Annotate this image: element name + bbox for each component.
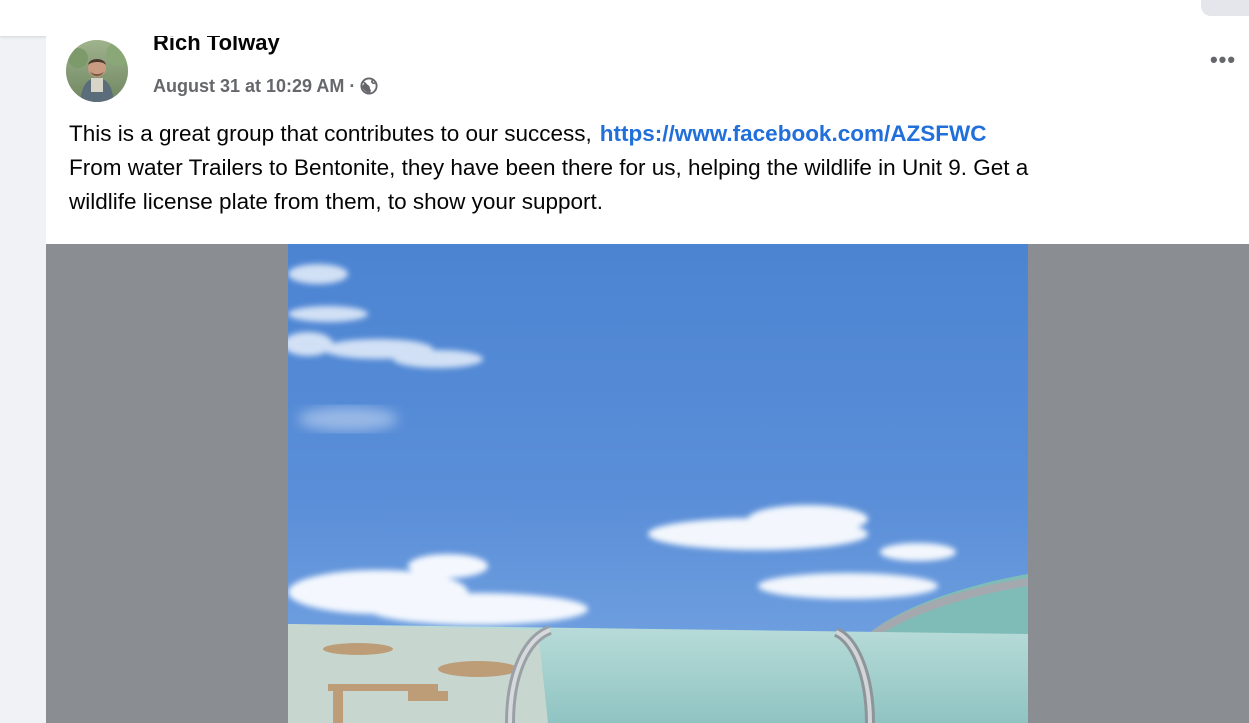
post-timestamp[interactable]: August 31 at 10:29 AM xyxy=(153,76,344,97)
post-photo[interactable] xyxy=(288,244,1028,723)
author-avatar[interactable] xyxy=(66,40,128,102)
post-meta: August 31 at 10:29 AM · xyxy=(153,74,378,98)
scroll-corner-control[interactable] xyxy=(1201,0,1249,16)
post-text-line-3: wildlife license plate from them, to sho… xyxy=(69,189,603,214)
post-text-line-2: From water Trailers to Bentonite, they h… xyxy=(69,155,1029,180)
post-link[interactable]: https://www.facebook.com/AZSFWC xyxy=(600,121,987,146)
post-options-button[interactable]: ••• xyxy=(1203,47,1243,72)
post-message: This is a great group that contributes t… xyxy=(69,117,1249,219)
post-media xyxy=(46,244,1249,723)
author-name[interactable]: Rich Tolway xyxy=(153,36,280,56)
top-bar xyxy=(0,0,1249,36)
post-card: Rich Tolway August 31 at 10:29 AM · ••• … xyxy=(46,36,1249,723)
meta-separator: · xyxy=(349,75,356,96)
post-text-line-1: This is a great group that contributes t… xyxy=(69,117,1249,151)
globe-icon[interactable] xyxy=(360,77,378,95)
post-text-segment: This is a great group that contributes t… xyxy=(69,121,592,146)
